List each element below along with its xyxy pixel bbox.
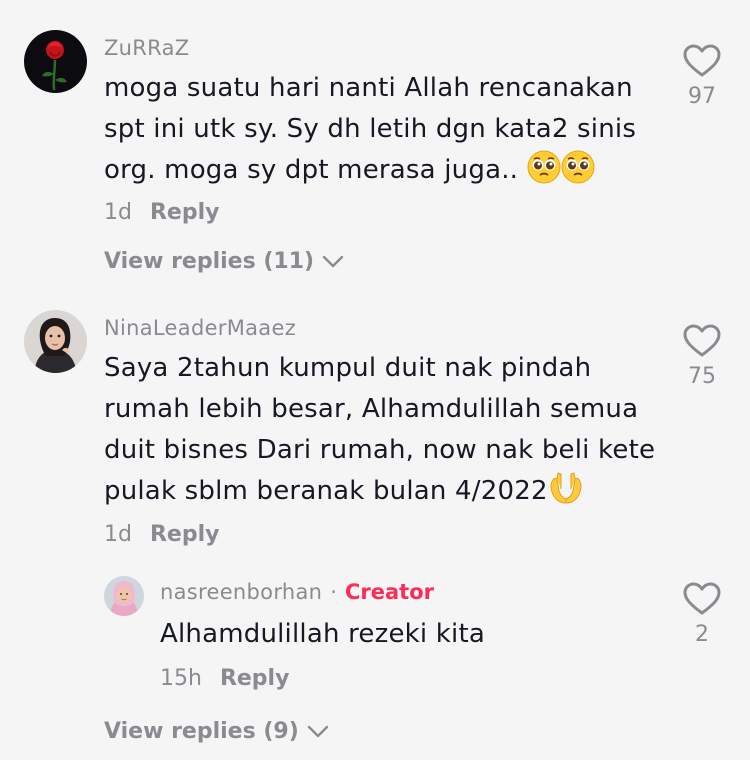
reply-button[interactable]: Reply [150,200,220,225]
comment-text-line: pulak sblm beranak bulan 4/2022 [104,471,655,518]
comment-meta: 1d Reply [104,522,219,547]
comment-text: moga suatu hari nanti Allah rencanakan s… [104,68,636,197]
chevron-down-icon [322,255,344,267]
like-button[interactable]: 75 [672,324,732,389]
comment-text: Saya 2tahun kumpul duit nak pindah rumah… [104,348,655,518]
pleading-face-emoji [561,150,595,197]
reply-button[interactable]: Reply [150,522,220,547]
creator-badge: Creator [344,580,434,604]
palms-up-together-emoji [548,471,584,518]
like-count: 97 [688,84,716,109]
chevron-down-icon [307,725,328,737]
avatar-nasreenborhan[interactable] [104,576,144,616]
like-count: 2 [695,622,709,647]
pleading-face-emoji [527,150,561,197]
comment-text-line: rumah lebih besar, Alhamdulillah semua [104,394,639,424]
reply-text: Alhamdulillah rezeki kita [160,614,485,655]
heart-outline-icon [683,44,721,77]
comment-text-line: Saya 2tahun kumpul duit nak pindah [104,353,592,383]
comment-text-line: duit bisnes Dari rumah, now nak beli ket… [104,435,656,465]
reply-meta: 15h Reply [160,666,289,691]
reply-time: 15h [160,666,202,691]
comment-username[interactable]: NinaLeaderMaaez [104,316,296,340]
view-replies-label: View replies (9) [104,719,299,744]
view-replies-label: View replies (11) [104,249,315,274]
reply-header: nasreenborhan · Creator [160,580,434,604]
reply-username[interactable]: nasreenborhan [160,580,322,604]
heart-outline-icon [683,324,721,357]
comment-text-line: moga suatu hari nanti Allah rencanakan [104,73,633,103]
like-button[interactable]: 2 [672,582,732,647]
separator-dot: · [330,580,337,604]
comment-text-line: spt ini utk sy. Sy dh letih dgn kata2 si… [104,114,637,144]
view-replies-button[interactable]: View replies (11) [104,249,344,274]
like-button[interactable]: 97 [672,44,732,109]
view-replies-button[interactable]: View replies (9) [104,719,329,744]
comment-time: 1d [104,200,132,225]
comment-time: 1d [104,522,132,547]
reply-text-line: Alhamdulillah rezeki kita [160,619,486,649]
heart-outline-icon [683,582,721,615]
comment-text-line: org. moga sy dpt merasa juga.. [104,150,636,197]
like-count: 75 [688,364,716,389]
comment-meta: 1d Reply [104,200,219,225]
comment-username[interactable]: ZuRRaZ [104,36,189,60]
avatar-ninaleadermaaez[interactable] [24,310,87,373]
avatar-zurraz[interactable] [24,30,87,93]
reply-button[interactable]: Reply [220,666,290,691]
